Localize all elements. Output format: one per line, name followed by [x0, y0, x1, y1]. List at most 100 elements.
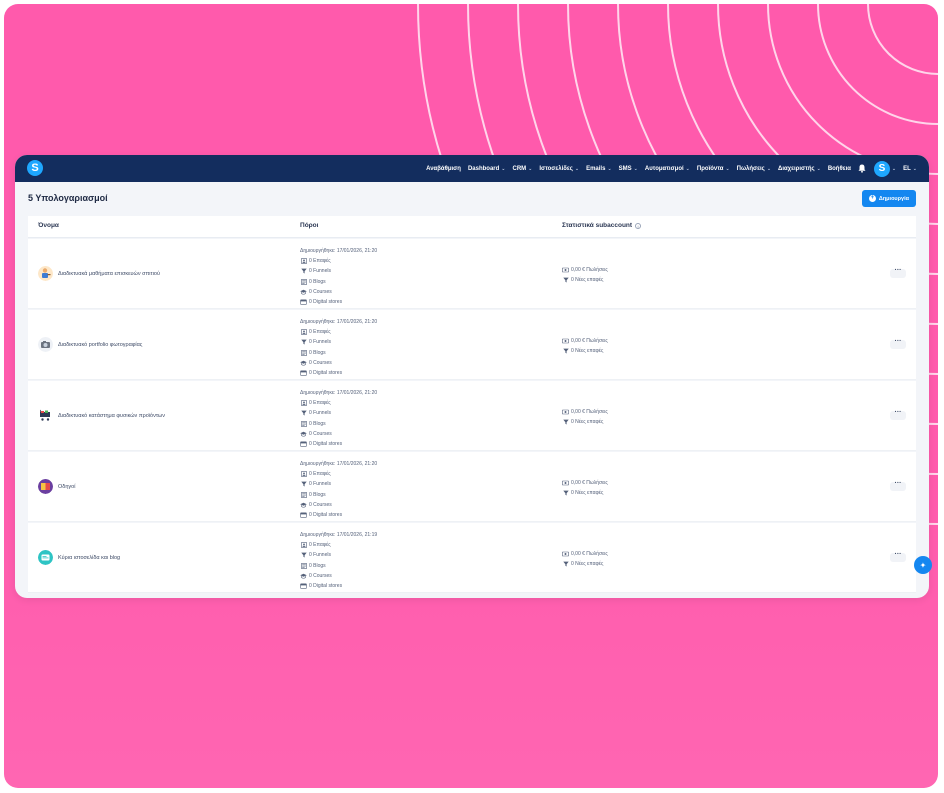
sales-stat: 0,00 € Πωλήσεις	[562, 549, 608, 559]
sales-stat: 0,00 € Πωλήσεις	[562, 336, 608, 346]
chevron-down-icon: ⌄	[891, 165, 897, 172]
table-header: Όνομα Πόροι Στατιστικά subaccount i	[28, 216, 916, 238]
resources-cell: Δημιουργήθηκε: 17/01/2026, 21:20 0 Επαφές…	[300, 459, 500, 520]
nav-item-automations[interactable]: Αυτοματισμοί ⌄	[645, 166, 690, 172]
courses-count: 0 Courses	[300, 500, 500, 510]
money-icon	[562, 551, 569, 557]
info-icon[interactable]: i	[635, 222, 642, 229]
sales-stat: 0,00 € Πωλήσεις	[562, 407, 608, 417]
nav-item-emails[interactable]: Emails ⌄	[586, 166, 612, 172]
app-window: S Αναβάθμιση Dashboard ⌄ CRM ⌄ Ιστοσελίδες…	[15, 155, 929, 598]
nav-item-help[interactable]: Βοήθεια	[828, 166, 851, 172]
chevron-down-icon: ⌄	[912, 165, 917, 172]
subaccount-name-cell[interactable]: Διαδικτυακά μαθήματα επισκευών σπιτιού	[38, 266, 160, 281]
new-contacts-stat: 0 Νέες επαφές	[562, 417, 608, 427]
table-row[interactable]: Διαδικτυακό portfolio φωτογραφίας Δημιουρ…	[28, 310, 916, 380]
contacts-count: 0 Επαφές	[300, 540, 500, 550]
table-row[interactable]: Κύρια ιστοσελίδα και blog Δημιουργήθηκε: …	[28, 523, 916, 593]
subaccounts-table: Όνομα Πόροι Στατιστικά subaccount i Διαδ…	[28, 216, 916, 593]
courses-count: 0 Courses	[300, 358, 500, 368]
funnels-count: 0 Funnels	[300, 479, 500, 489]
created-date: Δημιουργήθηκε: 17/01/2026, 21:20	[300, 319, 378, 326]
nav-item-sales[interactable]: Πωλήσεις ⌄	[737, 166, 771, 172]
table-row[interactable]: Διαδικτυακό κατάστημα φυσικών προϊόντων Δ…	[28, 381, 916, 451]
subaccount-name-cell[interactable]: Διαδικτυακό κατάστημα φυσικών προϊόντων	[38, 408, 165, 423]
table-row[interactable]: Διαδικτυακά μαθήματα επισκευών σπιτιού Δη…	[28, 239, 916, 309]
chevron-down-icon: ⌄	[633, 165, 638, 172]
create-button-label: Δημιουργία	[878, 195, 909, 202]
courses-count: 0 Courses	[300, 429, 500, 439]
app-logo[interactable]: S	[27, 160, 43, 176]
money-icon	[562, 338, 569, 344]
contacts-icon	[300, 400, 307, 407]
more-options-button[interactable]: ···	[890, 409, 906, 420]
subaccount-name[interactable]: Διαδικτυακά μαθήματα επισκευών σπιτιού	[58, 271, 160, 277]
column-header-resources: Πόροι	[300, 222, 319, 229]
funnel-icon	[300, 552, 307, 558]
contacts-count: 0 Επαφές	[300, 256, 500, 266]
contacts-icon	[300, 471, 307, 478]
top-navigation-bar: S Αναβάθμιση Dashboard ⌄ CRM ⌄ Ιστοσελίδες…	[15, 155, 929, 182]
stores-count: 0 Digital stores	[300, 439, 500, 449]
money-icon	[562, 480, 569, 486]
store-icon	[300, 583, 307, 589]
subaccount-name-cell[interactable]: Διαδικτυακό portfolio φωτογραφίας	[38, 337, 142, 352]
stats-cell: 0,00 € Πωλήσεις 0 Νέες επαφές	[562, 407, 608, 427]
column-header-stats: Στατιστικά subaccount i	[562, 222, 642, 229]
nav-item-upgrade[interactable]: Αναβάθμιση	[426, 166, 461, 172]
subaccount-name[interactable]: Κύρια ιστοσελίδα και blog	[58, 555, 120, 561]
store-icon	[300, 512, 307, 518]
contacts-icon	[300, 258, 307, 265]
blog-icon	[300, 562, 307, 569]
language-selector[interactable]: EL ⌄	[903, 166, 917, 172]
chevron-down-icon: ⌄	[528, 165, 533, 172]
graduation-cap-icon	[300, 502, 307, 508]
stats-cell: 0,00 € Πωλήσεις 0 Νέες επαφές	[562, 549, 608, 569]
more-options-button[interactable]: ···	[890, 267, 906, 278]
funnel-icon	[300, 339, 307, 345]
create-button[interactable]: + Δημιουργία	[861, 190, 916, 207]
nav-item-sms[interactable]: SMS ⌄	[619, 166, 638, 172]
subaccount-name[interactable]: Διαδικτυακό portfolio φωτογραφίας	[58, 342, 142, 348]
table-row[interactable]: Οδηγοί Δημιουργήθηκε: 17/01/2026, 21:20 0 …	[28, 452, 916, 522]
resources-cell: Δημιουργήθηκε: 17/01/2026, 21:20 0 Επαφές…	[300, 246, 500, 307]
nav-item-websites[interactable]: Ιστοσελίδες ⌄	[539, 166, 579, 172]
new-contacts-stat: 0 Νέες επαφές	[562, 275, 608, 285]
column-header-name: Όνομα	[38, 222, 59, 229]
funnels-count: 0 Funnels	[300, 337, 500, 347]
ai-assistant-button[interactable]: ✦	[914, 556, 932, 574]
subaccount-name-cell[interactable]: Οδηγοί	[38, 479, 75, 494]
nav-item-admin[interactable]: Διαχειριστής ⌄	[778, 166, 821, 172]
user-menu[interactable]: S ⌄	[873, 160, 897, 177]
funnel-icon	[300, 410, 307, 416]
plus-icon: +	[868, 195, 876, 202]
nav-item-products[interactable]: Προϊόντα ⌄	[697, 166, 730, 172]
blog-icon	[300, 420, 307, 427]
subaccount-name-cell[interactable]: Κύρια ιστοσελίδα και blog	[38, 550, 120, 565]
nav-item-dashboard[interactable]: Dashboard ⌄	[468, 166, 506, 172]
subaccount-name[interactable]: Οδηγοί	[58, 484, 75, 490]
blog-icon	[300, 491, 307, 498]
more-options-button[interactable]: ···	[890, 480, 906, 491]
blogs-count: 0 Blogs	[300, 348, 500, 358]
chevron-down-icon: ⌄	[501, 165, 506, 172]
funnel-icon	[300, 268, 307, 274]
funnel-icon	[300, 481, 307, 487]
contacts-count: 0 Επαφές	[300, 469, 500, 479]
created-date: Δημιουργήθηκε: 17/01/2026, 21:19	[300, 532, 378, 539]
money-icon	[562, 409, 569, 415]
bell-icon[interactable]	[858, 164, 867, 173]
funnel-icon	[562, 348, 569, 354]
blog-icon	[300, 349, 307, 356]
blogs-count: 0 Blogs	[300, 277, 500, 287]
more-options-button[interactable]: ···	[890, 338, 906, 349]
subaccount-name[interactable]: Διαδικτυακό κατάστημα φυσικών προϊόντων	[58, 413, 165, 419]
more-options-button[interactable]: ···	[890, 551, 906, 562]
sales-stat: 0,00 € Πωλήσεις	[562, 478, 608, 488]
contacts-icon	[300, 542, 307, 549]
store-icon	[300, 370, 307, 376]
website-icon	[38, 550, 53, 565]
funnel-icon	[562, 561, 569, 567]
store-icon	[300, 299, 307, 305]
nav-item-crm[interactable]: CRM ⌄	[512, 166, 532, 172]
